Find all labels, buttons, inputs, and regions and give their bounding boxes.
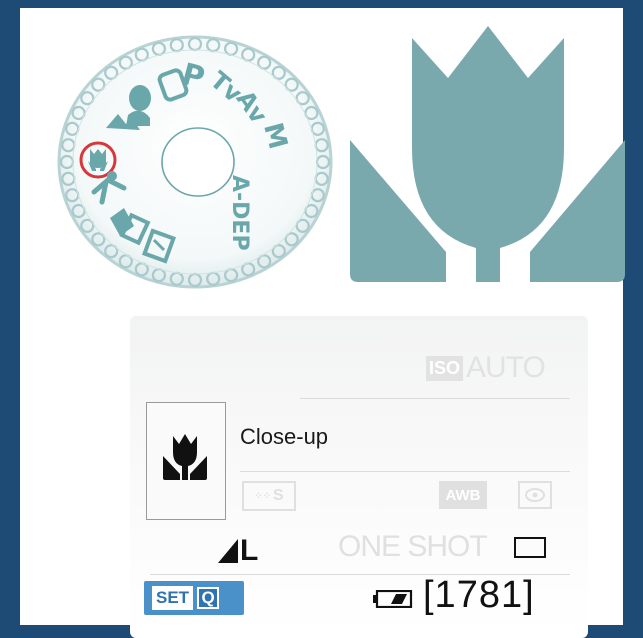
set-label: SET [152, 586, 194, 610]
af-mode[interactable]: ONE SHOT [338, 530, 488, 564]
iso-value: AUTO [466, 351, 546, 384]
battery-icon [373, 590, 413, 608]
lcd-screen: ISO AUTO Close-up ⁘⁘ S AWB L ONE SHOT SE… [130, 316, 588, 638]
evaluative-metering-icon[interactable] [518, 481, 552, 509]
dots-icon: ⁘⁘ [254, 490, 272, 502]
shots-remaining: [1781] [423, 574, 535, 616]
scene-mode-box[interactable] [146, 402, 226, 520]
picture-style-value: S [273, 487, 284, 504]
quality-wedge-icon [218, 539, 238, 563]
divider [300, 398, 570, 399]
image-quality[interactable]: L [218, 534, 258, 568]
close-up-tulip-icon [350, 20, 625, 290]
iso-setting[interactable]: ISO AUTO [426, 351, 546, 385]
q-label: Q [197, 587, 220, 609]
set-q-button[interactable]: SET Q [144, 581, 244, 615]
white-balance-value: AWB [445, 486, 481, 504]
dial-label-adep[interactable]: A-DEP [227, 175, 252, 251]
mode-name: Close-up [240, 424, 329, 449]
divider [240, 471, 570, 472]
white-balance[interactable]: AWB [439, 481, 487, 509]
close-up-icon [163, 434, 207, 480]
metering-eye-icon [525, 488, 545, 502]
single-shot-icon[interactable] [514, 537, 546, 558]
quality-value: L [240, 534, 259, 567]
mode-dial[interactable]: P Tv Av M A-DEP [50, 30, 340, 300]
image-panel: P Tv Av M A-DEP ISO AUTO Close-up ⁘⁘ S A… [20, 8, 625, 638]
iso-label: ISO [426, 355, 464, 381]
picture-style[interactable]: ⁘⁘ S [242, 481, 296, 511]
